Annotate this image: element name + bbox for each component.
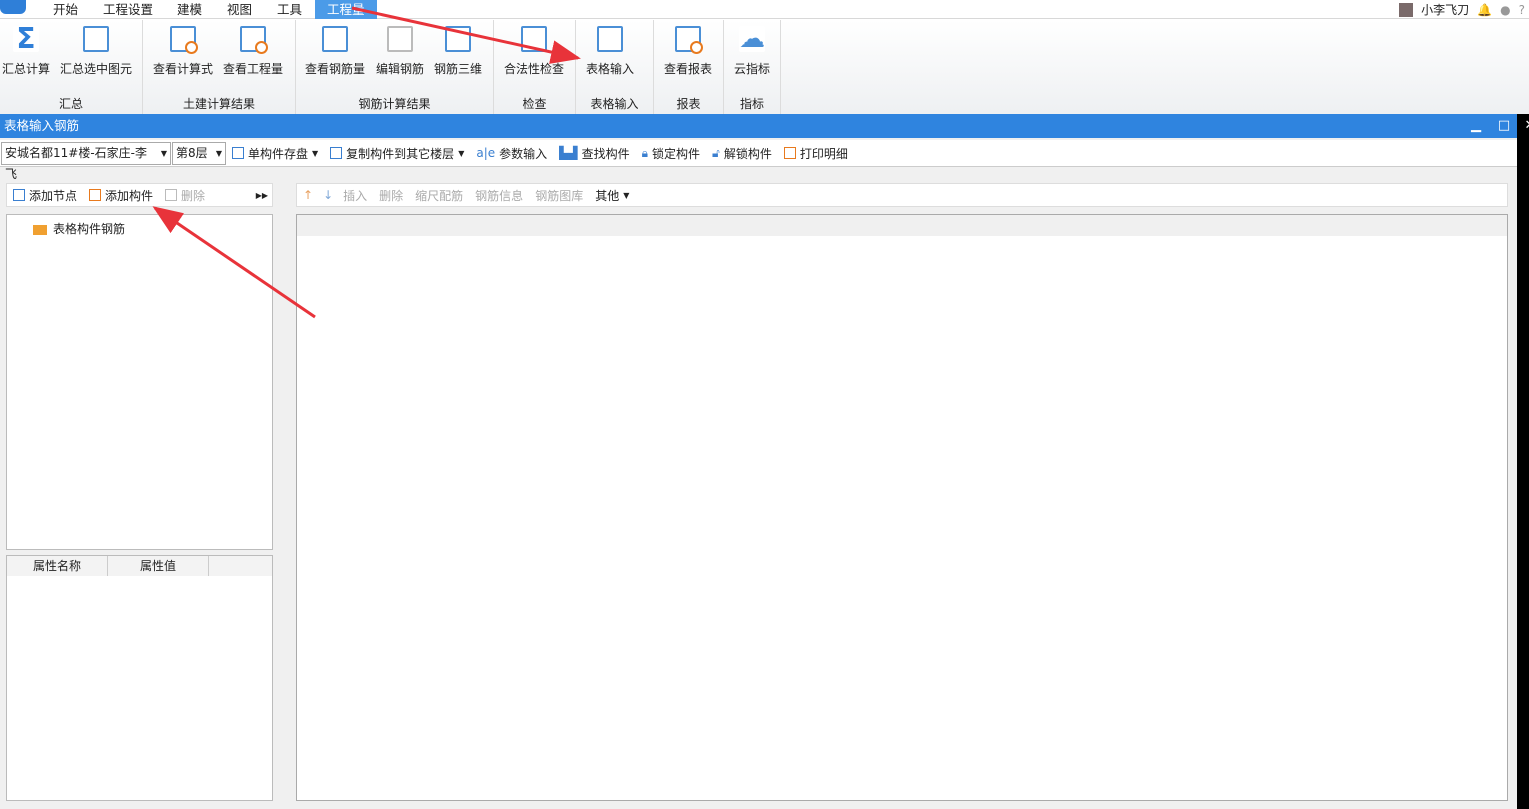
arrow-to-table-input — [351, 6, 581, 64]
annotation-arrows — [152, 6, 581, 319]
arrow-to-add-component — [152, 206, 316, 319]
